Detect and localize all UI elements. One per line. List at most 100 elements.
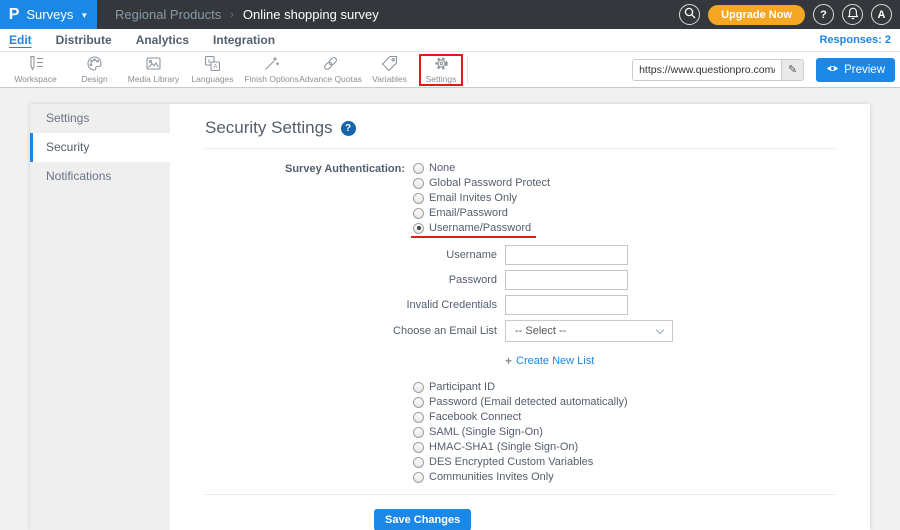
radio-option-global-password[interactable]: Global Password Protect [413,177,550,189]
finish-options-icon [263,55,280,72]
advance-quotas-icon [322,55,339,72]
workspace-icon [27,55,44,72]
preview-button[interactable]: Preview [816,57,895,82]
settings-sidebar: Settings Security Notifications [30,104,170,530]
radio-icon [413,441,424,453]
media-library-icon [145,55,162,72]
create-new-list-label: Create New List [516,355,595,367]
radio-option-facebook-connect[interactable]: Facebook Connect [413,411,521,423]
tab-integration[interactable]: Integration [213,33,275,47]
toolbar-item-label: Advance Quotas [299,74,362,84]
radio-icon [413,381,424,393]
topbar: P Surveys ▼ Regional Products › Online s… [0,0,900,29]
radio-option-email-password[interactable]: Email/Password [413,207,508,219]
radio-option-hmac-sha1[interactable]: HMAC-SHA1 (Single Sign-On) [413,441,578,453]
username-field[interactable] [505,245,628,265]
toolbar-item-settings[interactable]: Settings [419,53,463,86]
radio-option-password-email-detected[interactable]: Password (Email detected automatically) [413,396,628,408]
radio-icon [413,411,424,423]
radio-icon [413,426,424,438]
survey-url-input[interactable] [633,59,782,80]
toolbar-item-advance-quotas[interactable]: Advance Quotas [299,53,362,86]
notifications-button[interactable] [842,4,863,25]
search-button[interactable] [679,4,701,25]
page-background: Settings Security Notifications Security… [0,88,900,530]
help-circle-icon[interactable]: ? [340,120,356,136]
eye-icon [826,64,839,76]
avatar[interactable]: A [871,4,892,25]
upgrade-now-button[interactable]: Upgrade Now [708,4,805,25]
variables-icon [381,55,398,72]
radio-icon [413,207,424,219]
breadcrumb-folder-link[interactable]: Regional Products [115,7,221,22]
topbar-actions: Upgrade Now ? A [679,4,900,25]
toolbar-item-label: Media Library [127,74,180,84]
toolbar-item-workspace[interactable]: Workspace [6,53,65,86]
chevron-down-icon: ▼ [80,10,89,20]
tab-distribute[interactable]: Distribute [56,33,112,47]
radio-option-username-password[interactable]: Username/Password [410,222,537,238]
radio-icon [413,177,424,189]
languages-icon: xA [204,55,221,72]
sidebar-item-notifications[interactable]: Notifications [30,162,170,191]
product-menu[interactable]: P Surveys ▼ [0,0,97,29]
radio-icon [413,471,424,483]
responses-count-link[interactable]: Responses: 2 [819,34,891,46]
avatar-initial: A [877,8,886,21]
radio-icon [413,456,424,468]
security-settings-panel: Security Settings ? Survey Authenticatio… [170,104,870,530]
radio-option-email-invites[interactable]: Email Invites Only [413,192,517,204]
toolbar-item-label: Settings [425,74,457,84]
username-label: Username [446,249,497,261]
toolbar-item-design[interactable]: Design [65,53,124,86]
create-new-list-link[interactable]: + Create New List [505,354,594,368]
radio-selected-icon [413,222,424,234]
toolbar-item-variables[interactable]: Variables [360,53,419,86]
survey-nav: Edit Distribute Analytics Integration Re… [0,29,900,52]
save-changes-button[interactable]: Save Changes [374,509,472,530]
svg-text:A: A [213,64,218,71]
settings-gear-icon [433,55,450,72]
toolbar-item-label: Design [81,74,108,84]
radio-icon [413,396,424,408]
survey-authentication-label: Survey Authentication: [285,163,405,175]
invalid-credentials-field[interactable] [505,295,628,315]
form-divider [205,494,835,495]
toolbar-item-label: Variables [372,74,407,84]
breadcrumb-separator: › [230,8,234,21]
toolbar-item-languages[interactable]: xA Languages [183,53,242,86]
toolbar-item-label: Workspace [14,74,57,84]
pencil-icon: ✎ [787,64,798,76]
toolbar-item-media-library[interactable]: Media Library [124,53,183,86]
radio-option-saml[interactable]: SAML (Single Sign-On) [413,426,543,438]
page-title: Security Settings [205,118,333,137]
sidebar-item-security[interactable]: Security [30,133,170,162]
bell-icon [847,7,859,23]
breadcrumb: Regional Products › Online shopping surv… [115,7,379,22]
design-icon [86,55,103,72]
radio-option-none[interactable]: None [413,162,455,174]
edit-toolbar: Workspace Design Media Library xA Langua… [0,52,900,88]
edit-url-button[interactable]: ✎ [781,59,804,80]
chevron-down-icon [655,325,665,334]
radio-icon [413,192,424,204]
email-list-select[interactable]: -- Select -- [505,320,673,342]
help-button[interactable]: ? [813,4,834,25]
extra-auth-options-group: Participant ID Password (Email detected … [413,381,835,483]
auth-options-group: None Global Password Protect Email Invit… [410,162,550,238]
radio-option-des-encrypted[interactable]: DES Encrypted Custom Variables [413,456,593,468]
tab-analytics[interactable]: Analytics [136,33,189,47]
sidebar-item-settings[interactable]: Settings [30,104,170,133]
questionpro-logo-icon: P [8,5,20,23]
toolbar-item-finish-options[interactable]: Finish Options [242,53,301,86]
radio-icon [413,162,424,174]
password-field[interactable] [505,270,628,290]
question-mark-icon: ? [820,8,827,21]
search-icon [684,7,696,22]
svg-text:x: x [208,59,211,65]
radio-option-communities-invites[interactable]: Communities Invites Only [413,471,554,483]
tab-edit[interactable]: Edit [9,33,32,47]
radio-option-participant-id[interactable]: Participant ID [413,381,495,393]
security-form: Survey Authentication: None Global Passw… [205,162,835,530]
email-list-label: Choose an Email List [393,325,497,337]
